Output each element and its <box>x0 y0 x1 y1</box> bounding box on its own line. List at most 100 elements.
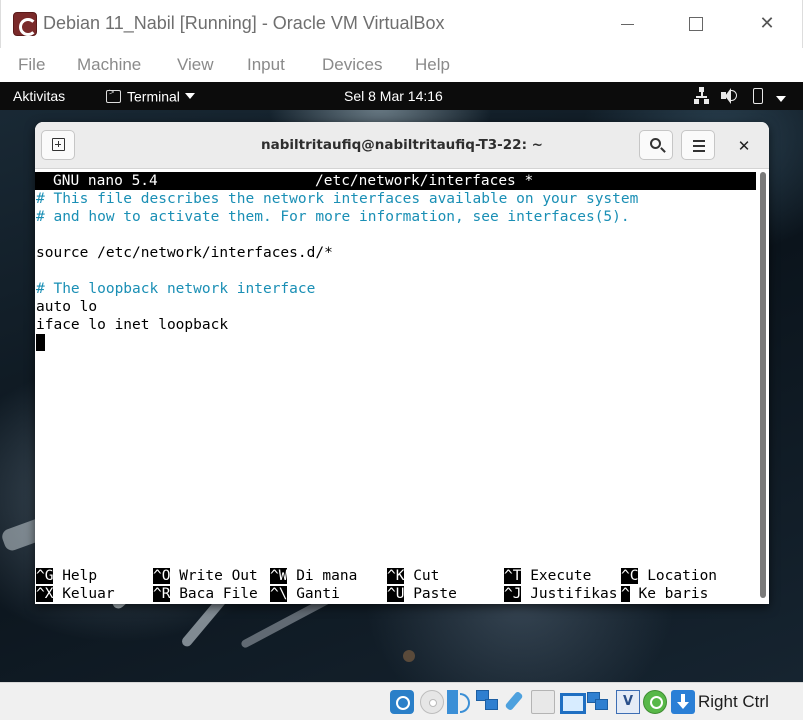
terminal-window[interactable]: nabiltritaufiq@nabiltritaufiq-T3-22: ~ ✕… <box>35 122 769 604</box>
net-node <box>704 99 709 104</box>
menu-devices[interactable]: Devices <box>322 55 382 75</box>
shortcut-execute[interactable]: ^T Execute <box>504 567 591 585</box>
mouse-integration-icon[interactable] <box>643 690 667 714</box>
video-screen <box>595 699 608 710</box>
terminal-close-button[interactable]: ✕ <box>731 134 757 158</box>
shortcut-go-to-line[interactable]: ^ Ke baris <box>621 585 708 603</box>
terminal-icon <box>106 87 121 103</box>
shortcut-paste[interactable]: ^U Paste <box>387 585 457 603</box>
shortcut-cut[interactable]: ^K Cut <box>387 567 439 585</box>
shortcut-label: Ganti <box>287 586 340 602</box>
terminal-headerbar: nabiltritaufiq@nabiltritaufiq-T3-22: ~ ✕ <box>35 122 769 169</box>
maximize-button[interactable] <box>674 8 718 40</box>
shortcut-key: ^J <box>504 586 522 602</box>
keyboard-icon[interactable] <box>671 690 695 714</box>
shortcut-label: Ke baris <box>629 586 709 602</box>
shortcut-read-file[interactable]: ^R Baca File <box>153 585 258 603</box>
minimize-icon <box>621 24 634 25</box>
activities-button[interactable]: Aktivitas <box>13 88 65 104</box>
battery-icon[interactable] <box>752 87 764 105</box>
hamburger-menu-button[interactable] <box>681 130 715 160</box>
vbox-menubar: File Machine View Input Devices Help <box>0 48 803 80</box>
usb-icon[interactable] <box>505 690 529 714</box>
shortcut-row: ^G Help ^O Write Out ^W Di mana ^K Cut ^… <box>35 567 757 585</box>
file-line: # The loopback network interface <box>36 281 316 297</box>
terminal-scrollbar[interactable] <box>757 170 769 604</box>
hamburger-line <box>693 145 705 147</box>
shortcut-label: Help <box>53 568 98 584</box>
network-wired-icon[interactable] <box>694 87 710 105</box>
chevron-down-icon <box>776 96 786 103</box>
system-menu-caret-icon[interactable] <box>776 87 788 105</box>
shortcut-key: ^K <box>387 568 405 584</box>
wallpaper-dot <box>403 650 415 662</box>
battery-body <box>753 88 763 104</box>
shortcut-key: ^R <box>153 586 171 602</box>
shortcut-write-out[interactable]: ^O Write Out <box>153 567 258 585</box>
display-icon[interactable] <box>559 690 586 714</box>
shortcut-label: Baca File <box>170 586 258 602</box>
shortcut-replace[interactable]: ^\ Ganti <box>270 585 340 603</box>
shared-folders-icon[interactable] <box>531 690 555 714</box>
shortcut-key: ^W <box>270 568 288 584</box>
hard-disk-icon[interactable] <box>390 690 414 714</box>
video-capture-icon[interactable] <box>587 690 611 714</box>
network-icon[interactable] <box>476 690 500 714</box>
shortcut-label: Paste <box>404 586 457 602</box>
shortcut-exit[interactable]: ^X Keluar <box>36 585 115 603</box>
nano-editor[interactable]: GNU nano 5.4 /etc/network/interfaces * #… <box>35 170 757 604</box>
shortcut-label: Cut <box>404 568 440 584</box>
file-line: iface lo inet loopback <box>36 317 229 333</box>
menu-help[interactable]: Help <box>415 55 450 75</box>
shortcut-key: ^G <box>36 568 54 584</box>
shortcut-key: ^T <box>504 568 522 584</box>
shortcut-label: Location <box>638 568 718 584</box>
nano-title-bar: GNU nano 5.4 /etc/network/interfaces * <box>35 172 756 190</box>
shortcut-key: ^\ <box>270 586 288 602</box>
guest-display[interactable]: Aktivitas Terminal Sel 8 Mar 14:16 nabil… <box>0 82 803 682</box>
shortcut-key: ^U <box>387 586 405 602</box>
close-button[interactable]: ✕ <box>745 8 789 40</box>
cpu-icon[interactable]: V <box>616 690 640 714</box>
nano-filename: /etc/network/interfaces * <box>315 173 534 189</box>
hamburger-line <box>693 150 705 152</box>
close-icon: ✕ <box>759 13 775 34</box>
shortcut-key: ^X <box>36 586 54 602</box>
chevron-down-icon <box>184 93 195 100</box>
minimize-button[interactable] <box>605 8 649 40</box>
optical-drive-icon[interactable] <box>420 690 444 714</box>
shortcut-row: ^X Keluar ^R Baca File ^\ Ganti ^U Paste… <box>35 585 757 603</box>
net-node <box>694 99 699 104</box>
close-icon: ✕ <box>737 137 751 155</box>
gnome-top-bar: Aktivitas Terminal Sel 8 Mar 14:16 <box>0 82 803 110</box>
shortcut-key: ^ <box>621 586 630 602</box>
scrollbar-thumb[interactable] <box>760 172 766 598</box>
shortcut-help[interactable]: ^G Help <box>36 567 97 585</box>
app-menu-label: Terminal <box>127 88 180 105</box>
file-line: # This file describes the network interf… <box>36 191 639 207</box>
app-menu-terminal[interactable]: Terminal <box>106 87 195 105</box>
speaker-wave <box>731 90 737 101</box>
net-link <box>696 96 707 98</box>
shortcut-location[interactable]: ^C Location <box>621 567 717 585</box>
shortcut-key: ^O <box>153 568 171 584</box>
vbox-status-bar: V Right Ctrl <box>0 682 803 720</box>
audio-icon[interactable] <box>447 690 471 714</box>
shortcut-label: Write Out <box>170 568 258 584</box>
shortcut-justify[interactable]: ^J Justifikas <box>504 585 618 603</box>
shortcut-label: Di mana <box>287 568 358 584</box>
volume-icon[interactable] <box>721 87 737 105</box>
shortcut-key: ^C <box>621 568 639 584</box>
net-screen <box>485 699 498 710</box>
host-key-label[interactable]: Right Ctrl <box>698 692 769 712</box>
clock[interactable]: Sel 8 Mar 14:16 <box>344 88 443 104</box>
text-cursor <box>36 334 45 351</box>
menu-file[interactable]: File <box>18 55 45 75</box>
menu-input[interactable]: Input <box>247 55 285 75</box>
menu-view[interactable]: View <box>177 55 214 75</box>
menu-machine[interactable]: Machine <box>77 55 141 75</box>
search-icon <box>650 138 661 149</box>
shortcut-label: Execute <box>521 568 592 584</box>
search-button[interactable] <box>639 130 673 160</box>
shortcut-where-is[interactable]: ^W Di mana <box>270 567 357 585</box>
